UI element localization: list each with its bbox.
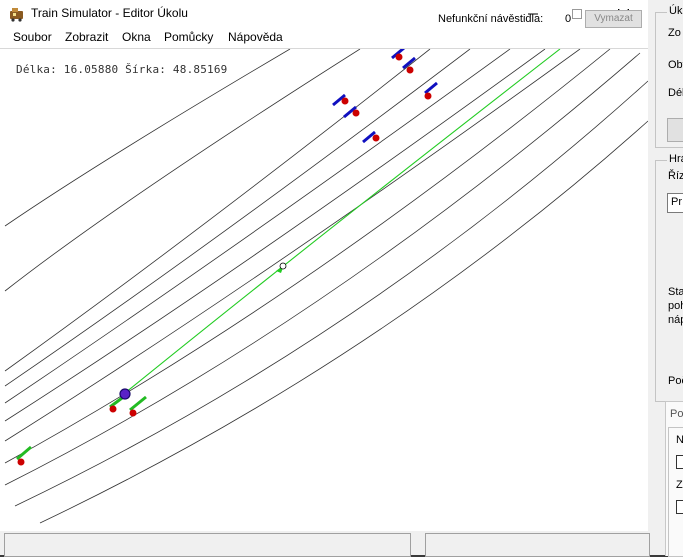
window-title: Train Simulator - Editor Úkolu	[31, 6, 188, 20]
option-checkbox-2[interactable]	[676, 500, 683, 514]
remove-signals-button[interactable]: Vymazat	[585, 10, 642, 28]
menu-pomucky[interactable]: Pomůcky	[164, 30, 213, 44]
editor-window: Train Simulator - Editor Úkolu Soubor Zo…	[0, 0, 649, 531]
track-line	[14, 80, 648, 507]
train-position-marker	[119, 388, 131, 400]
signal-marker	[406, 66, 414, 74]
status-text-line3: náp	[668, 314, 683, 326]
signal-green	[16, 445, 32, 461]
bottom-status-area	[0, 531, 650, 557]
title-bar[interactable]: Train Simulator - Editor Úkolu	[0, 0, 648, 28]
secondary-window-title: Po	[670, 408, 683, 420]
timer-icon	[279, 262, 287, 270]
row-label-z: Z	[676, 479, 683, 491]
row-label-ob: Obt	[668, 59, 683, 71]
menu-okna[interactable]: Okna	[122, 30, 151, 44]
track-line	[4, 52, 641, 486]
signal-blue	[402, 56, 416, 70]
track-line	[4, 49, 291, 227]
status-cell-left	[4, 533, 411, 557]
signal-marker	[17, 458, 25, 466]
status-cell-right	[425, 533, 650, 557]
signal-marker	[352, 109, 360, 117]
control-field-text: Pr	[671, 196, 682, 208]
option-checkbox-1[interactable]	[676, 455, 683, 469]
signal-marker	[129, 409, 137, 417]
signal-marker	[395, 53, 403, 61]
signal-marker	[341, 97, 349, 105]
player-group-label: Hrá	[667, 153, 683, 165]
row-label-zo: Zo	[668, 27, 681, 39]
track-line	[4, 49, 361, 292]
menu-zobrazit[interactable]: Zobrazit	[65, 30, 108, 44]
signal-marker	[372, 134, 380, 142]
status-text-line2: poh	[668, 300, 683, 312]
track-line	[39, 120, 648, 524]
track-line	[4, 49, 431, 372]
row-label-ri: Říze	[668, 170, 683, 182]
track-line	[4, 49, 511, 404]
task-group-label: Úko	[667, 5, 683, 17]
broken-signals-label: Nefunkční návěstidla:	[438, 13, 544, 25]
status-text-line1: Stav	[668, 286, 683, 298]
track-lines	[4, 49, 648, 524]
signal-marker	[424, 92, 432, 100]
row-label-poc: Poč	[668, 375, 683, 387]
signal-blue	[424, 81, 438, 95]
track-line	[4, 49, 581, 442]
track-line	[4, 49, 546, 422]
secondary-group-box	[668, 427, 683, 557]
menu-bar: Soubor Zobrazit Okna Pomůcky Nápověda	[0, 28, 648, 48]
track-map-canvas[interactable]: Délka: 16.05880 Šírka: 48.85169	[0, 48, 648, 531]
row-label-n: N	[676, 434, 683, 446]
train-simulator-icon	[10, 8, 23, 22]
maximize-icon	[572, 9, 582, 19]
task-action-button[interactable]	[667, 118, 683, 142]
row-label-de: Délk	[668, 87, 683, 99]
track-line	[4, 49, 471, 387]
broken-signals-count: 0	[565, 13, 572, 25]
menu-soubor[interactable]: Soubor	[13, 30, 52, 44]
signal-marker	[109, 405, 117, 413]
track-line	[4, 49, 611, 464]
signal-group	[16, 49, 438, 466]
track-map[interactable]	[0, 49, 648, 531]
task-properties-panel: Úko Zo Obt Délk Hrá Říze Pr Stav poh náp…	[648, 0, 683, 557]
signal-green	[129, 395, 147, 412]
control-field[interactable]: Pr	[667, 193, 683, 213]
menu-napoveda[interactable]: Nápověda	[228, 30, 283, 44]
